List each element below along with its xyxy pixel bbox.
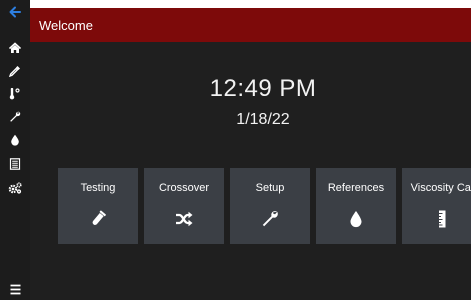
back-button[interactable] [0, 1, 30, 23]
sidebar-item-home[interactable] [0, 37, 30, 59]
sidebar-item-settings[interactable] [0, 177, 30, 199]
window-top-border [30, 0, 471, 8]
home-icon [9, 42, 21, 53]
tile-label: References [327, 182, 385, 194]
tile-crossover[interactable]: Crossover [144, 168, 224, 244]
wrench-icon [10, 111, 21, 122]
clock-date: 1/18/22 [236, 111, 290, 128]
tile-setup[interactable]: Setup [230, 168, 310, 244]
list-icon [9, 158, 21, 170]
main-panel: 12:49 PM 1/18/22 Testing Crossover Setup [30, 42, 471, 300]
ruler-icon [439, 210, 446, 228]
droplet-icon [11, 134, 19, 146]
tile-label: Setup [255, 182, 285, 194]
sidebar-item-list[interactable] [0, 153, 30, 175]
tile-viscosity-cal[interactable]: Viscosity Cal [402, 168, 471, 244]
flask-icon [92, 210, 106, 225]
clock-time: 12:49 PM [209, 75, 317, 102]
thermometer-icon [9, 88, 20, 100]
sidebar-item-references[interactable] [0, 129, 30, 151]
wrench-icon [262, 211, 278, 227]
tile-label: Testing [80, 182, 116, 194]
sidebar-menu-button[interactable] [0, 278, 30, 300]
tile-references[interactable]: References [316, 168, 396, 244]
menu-icon [10, 284, 20, 294]
sidebar-item-temperature[interactable] [0, 83, 30, 105]
droplet-icon [350, 211, 362, 228]
page-title: Welcome [39, 18, 93, 33]
tile-label: Viscosity Cal [410, 182, 471, 194]
back-arrow-icon [9, 6, 21, 18]
header-bar: Welcome [30, 8, 471, 42]
sidebar-item-setup[interactable] [0, 106, 30, 128]
gears-icon [8, 182, 22, 194]
tile-testing[interactable]: Testing [58, 168, 138, 244]
pipette-icon [9, 66, 20, 77]
tile-label: Crossover [158, 182, 210, 194]
sidebar-item-testing[interactable] [0, 60, 30, 82]
sidebar [0, 0, 32, 300]
shuffle-icon [176, 211, 193, 227]
